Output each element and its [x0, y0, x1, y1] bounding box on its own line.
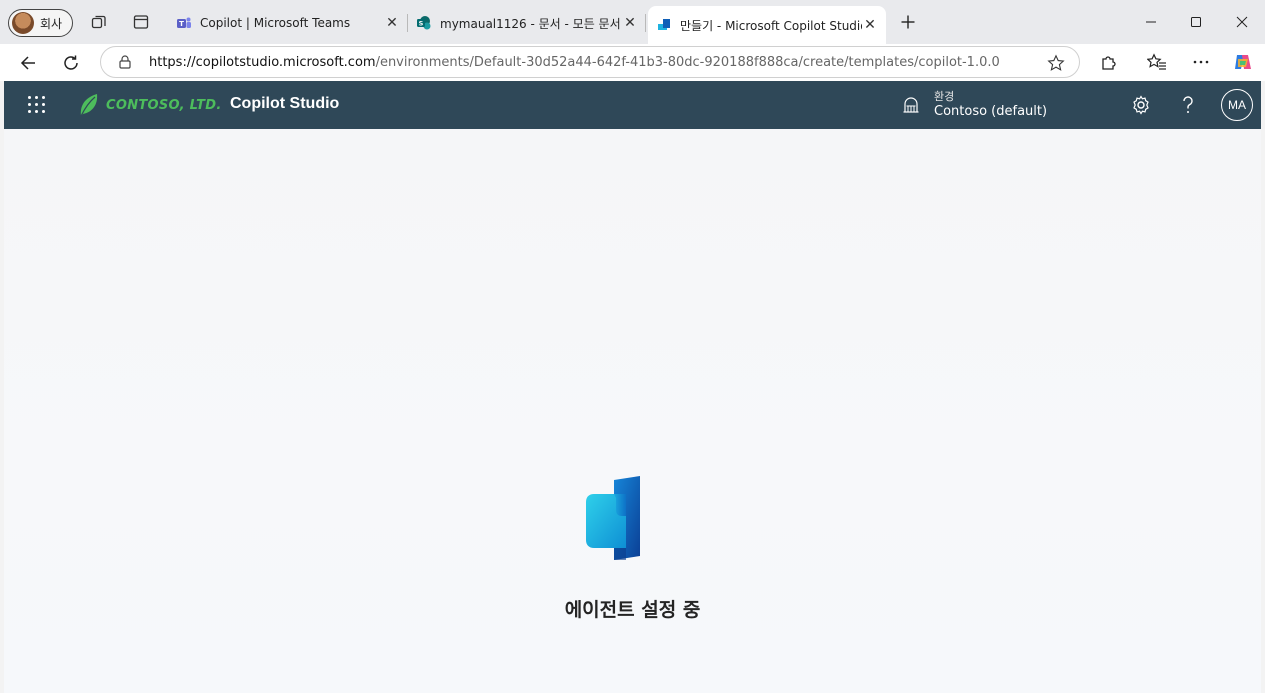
close-tab-icon[interactable]: ✕	[862, 17, 878, 33]
address-bar-row: https://copilotstudio.microsoft.com/envi…	[0, 44, 1265, 81]
back-icon[interactable]	[15, 50, 41, 76]
product-name[interactable]: Copilot Studio	[230, 95, 339, 113]
new-tab-icon[interactable]	[897, 11, 919, 33]
url-path: /environments/Default-30d52a44-642f-41b3…	[375, 54, 1000, 70]
help-icon[interactable]	[1177, 94, 1199, 116]
tab-teams[interactable]: T Copilot | Microsoft Teams ✕	[168, 6, 408, 40]
company-logo[interactable]: CONTOSO, LTD.	[78, 92, 222, 118]
svg-text:S: S	[419, 20, 424, 28]
settings-gear-icon[interactable]	[1130, 94, 1152, 116]
browser-tab-strip: 회사 T Copilot | Microsoft Teams ✕ S mymau…	[0, 0, 1265, 44]
company-wordmark: CONTOSO, LTD.	[106, 97, 222, 113]
close-window-icon[interactable]	[1219, 8, 1265, 36]
leaf-icon	[80, 94, 98, 117]
close-tab-icon[interactable]: ✕	[384, 15, 400, 31]
lock-icon[interactable]	[119, 54, 133, 70]
address-bar[interactable]: https://copilotstudio.microsoft.com/envi…	[100, 46, 1080, 78]
environment-icon	[903, 97, 919, 113]
favorite-star-icon[interactable]	[1047, 54, 1065, 72]
maximize-icon[interactable]	[1173, 8, 1219, 36]
more-options-icon[interactable]	[1189, 50, 1213, 74]
app-launcher-icon[interactable]	[28, 96, 46, 114]
svg-text:T: T	[179, 20, 184, 28]
environment-value: Contoso (default)	[934, 104, 1048, 119]
environment-picker[interactable]: 환경 Contoso (default)	[902, 87, 1047, 123]
user-avatar[interactable]: MA	[1221, 89, 1253, 121]
url-host: https://copilotstudio.microsoft.com	[149, 54, 376, 70]
tab-title: mymaual1126 - 문서 - 모든 문서	[440, 16, 621, 31]
main-content: 에이전트 설정 중	[4, 129, 1261, 693]
extensions-icon[interactable]	[1096, 50, 1120, 74]
refresh-icon[interactable]	[58, 50, 84, 76]
profile-avatar	[12, 12, 34, 34]
vertical-tabs-icon[interactable]	[130, 11, 152, 33]
environment-text: 환경 Contoso (default)	[934, 90, 1047, 120]
setup-status-text: 에이전트 설정 중	[564, 599, 701, 621]
app-header: CONTOSO, LTD. Copilot Studio 환경 Contoso …	[4, 81, 1261, 129]
favorites-icon[interactable]	[1145, 50, 1169, 74]
copilot-icon[interactable]	[1231, 50, 1255, 74]
tab-title: Copilot | Microsoft Teams	[200, 16, 351, 30]
teams-icon: T	[176, 15, 192, 31]
copilot-studio-icon	[656, 17, 672, 33]
profile-button[interactable]: 회사	[8, 9, 74, 37]
tab-title: 만들기 - Microsoft Copilot Studio	[680, 18, 862, 33]
environment-label: 환경	[934, 90, 955, 103]
copilot-studio-logo-icon	[586, 476, 640, 560]
tab-sharepoint[interactable]: S mymaual1126 - 문서 - 모든 문서 ✕	[408, 6, 646, 40]
workspaces-icon[interactable]	[88, 11, 110, 33]
tab-copilot-studio[interactable]: 만들기 - Microsoft Copilot Studio ✕	[648, 6, 886, 44]
minimize-icon[interactable]	[1128, 8, 1174, 36]
close-tab-icon[interactable]: ✕	[622, 15, 638, 31]
url-text: https://copilotstudio.microsoft.com/envi…	[149, 55, 1000, 70]
sharepoint-icon: S	[416, 15, 432, 31]
profile-label: 회사	[40, 16, 63, 31]
